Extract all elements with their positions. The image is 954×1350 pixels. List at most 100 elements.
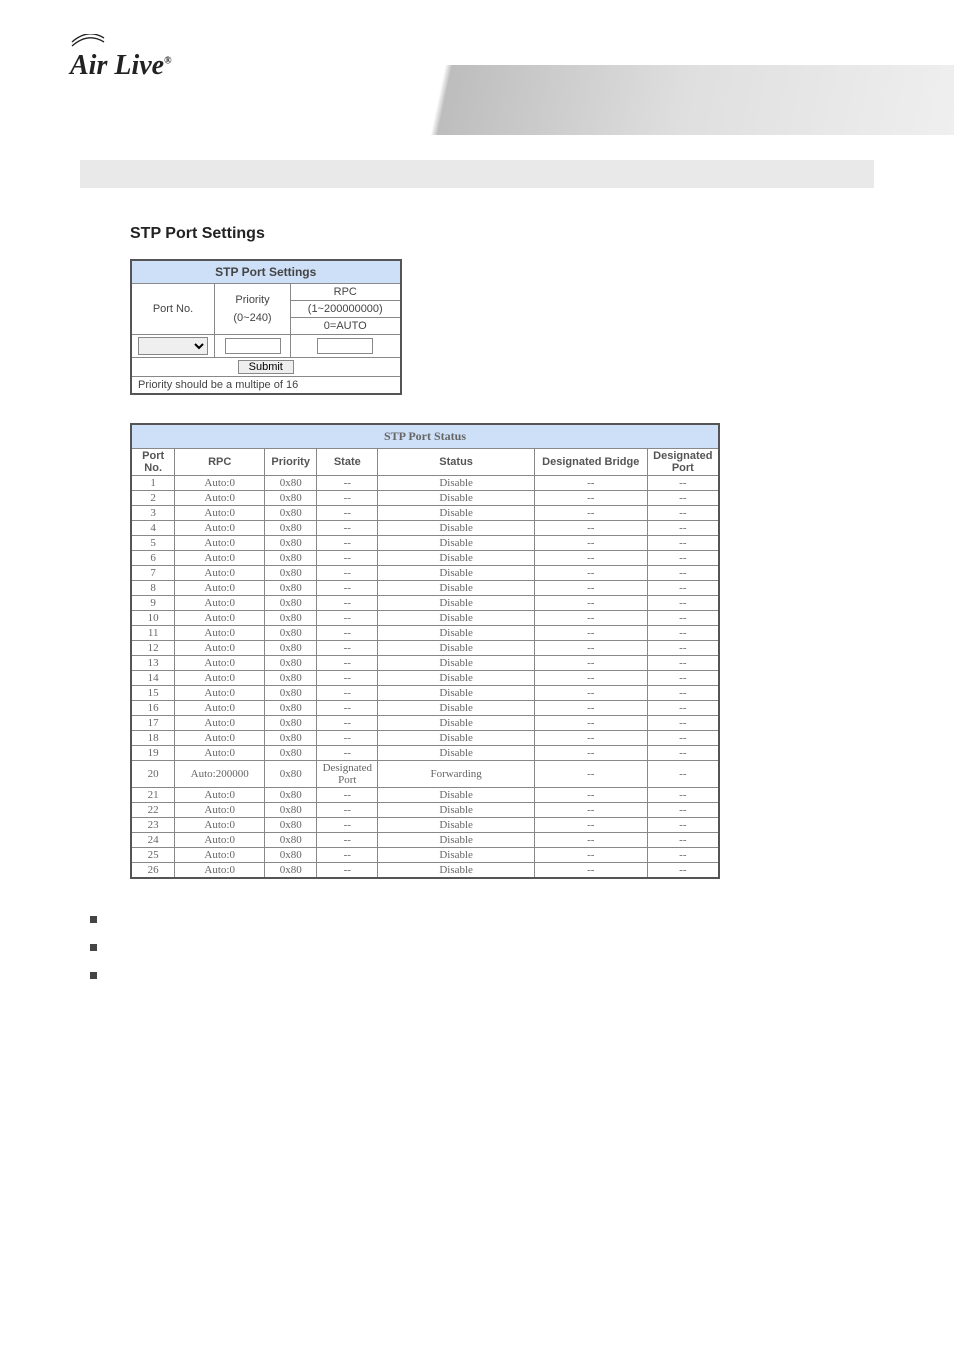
cell-state: -- <box>317 701 378 716</box>
cell-port: 2 <box>131 491 175 506</box>
cell-state: -- <box>317 521 378 536</box>
section-title: STP Port Settings <box>130 225 824 243</box>
cell-port: 5 <box>131 536 175 551</box>
cell-rpc: Auto:0 <box>175 506 265 521</box>
cell-dbridge: -- <box>534 788 647 803</box>
cell-dport: -- <box>647 596 719 611</box>
cell-dport: -- <box>647 566 719 581</box>
cell-state: -- <box>317 671 378 686</box>
cell-dbridge: -- <box>534 611 647 626</box>
cell-state: -- <box>317 746 378 761</box>
th-state: State <box>317 449 378 476</box>
cell-priority: 0x80 <box>265 686 317 701</box>
cell-port: 10 <box>131 611 175 626</box>
col-rpc-l3: 0=AUTO <box>291 318 401 335</box>
cell-port: 17 <box>131 716 175 731</box>
cell-priority: 0x80 <box>265 863 317 879</box>
cell-priority: 0x80 <box>265 746 317 761</box>
cell-status: Disable <box>378 686 535 701</box>
cell-dbridge: -- <box>534 746 647 761</box>
th-status: Status <box>378 449 535 476</box>
cell-priority: 0x80 <box>265 476 317 491</box>
table-row: 9Auto:00x80--Disable---- <box>131 596 719 611</box>
cell-dport: -- <box>647 476 719 491</box>
cell-state: -- <box>317 581 378 596</box>
bullet-item <box>90 969 824 983</box>
cell-dbridge: -- <box>534 731 647 746</box>
cell-rpc: Auto:0 <box>175 848 265 863</box>
cell-dbridge: -- <box>534 626 647 641</box>
cell-status: Disable <box>378 641 535 656</box>
cell-status: Disable <box>378 626 535 641</box>
logo-wave-icon <box>70 34 140 48</box>
cell-status: Disable <box>378 701 535 716</box>
cell-rpc: Auto:0 <box>175 686 265 701</box>
cell-dbridge: -- <box>534 581 647 596</box>
table-row: 17Auto:00x80--Disable---- <box>131 716 719 731</box>
cell-status: Disable <box>378 521 535 536</box>
cell-state: -- <box>317 803 378 818</box>
cell-rpc: Auto:0 <box>175 746 265 761</box>
table-row: 16Auto:00x80--Disable---- <box>131 701 719 716</box>
cell-rpc: Auto:0 <box>175 581 265 596</box>
cell-state: -- <box>317 476 378 491</box>
table-row: 3Auto:00x80--Disable---- <box>131 506 719 521</box>
cell-status: Disable <box>378 716 535 731</box>
col-rpc-l2: (1~200000000) <box>291 301 401 318</box>
table-row: 14Auto:00x80--Disable---- <box>131 671 719 686</box>
cell-port: 23 <box>131 818 175 833</box>
cell-port: 21 <box>131 788 175 803</box>
square-bullet-icon <box>90 944 97 951</box>
cell-port: 26 <box>131 863 175 879</box>
cell-status: Disable <box>378 506 535 521</box>
cell-state: -- <box>317 611 378 626</box>
cell-dbridge: -- <box>534 671 647 686</box>
cell-port: 4 <box>131 521 175 536</box>
cell-dport: -- <box>647 686 719 701</box>
logo: Air Live® <box>70 50 172 82</box>
cell-dport: -- <box>647 506 719 521</box>
cell-port: 12 <box>131 641 175 656</box>
cell-priority: 0x80 <box>265 731 317 746</box>
cell-priority: 0x80 <box>265 596 317 611</box>
cell-port: 24 <box>131 833 175 848</box>
port-no-select[interactable] <box>138 337 208 355</box>
cell-dport: -- <box>647 656 719 671</box>
cell-priority: 0x80 <box>265 491 317 506</box>
th-priority: Priority <box>265 449 317 476</box>
cell-state: -- <box>317 686 378 701</box>
cell-port: 20 <box>131 761 175 788</box>
cell-dport: -- <box>647 626 719 641</box>
cell-port: 19 <box>131 746 175 761</box>
cell-dport: -- <box>647 818 719 833</box>
cell-state: -- <box>317 818 378 833</box>
cell-dport: -- <box>647 716 719 731</box>
cell-dbridge: -- <box>534 833 647 848</box>
cell-state: -- <box>317 641 378 656</box>
rpc-input[interactable] <box>317 338 373 354</box>
bullet-item <box>90 913 824 927</box>
cell-priority: 0x80 <box>265 656 317 671</box>
table-row: 23Auto:00x80--Disable---- <box>131 818 719 833</box>
cell-dport: -- <box>647 701 719 716</box>
cell-dport: -- <box>647 641 719 656</box>
cell-rpc: Auto:0 <box>175 671 265 686</box>
cell-priority: 0x80 <box>265 701 317 716</box>
table-row: 6Auto:00x80--Disable---- <box>131 551 719 566</box>
cell-status: Disable <box>378 731 535 746</box>
priority-input[interactable] <box>225 338 281 354</box>
cell-priority: 0x80 <box>265 506 317 521</box>
cell-dbridge: -- <box>534 641 647 656</box>
cell-dport: -- <box>647 803 719 818</box>
table-row: 20Auto:2000000x80Designated PortForwardi… <box>131 761 719 788</box>
cell-priority: 0x80 <box>265 581 317 596</box>
stp-port-settings-table: STP Port Settings Port No. Priority (0~2… <box>130 259 402 395</box>
logo-text: Air Live <box>70 50 164 81</box>
cell-dbridge: -- <box>534 863 647 879</box>
submit-button[interactable]: Submit <box>238 360 294 374</box>
square-bullet-icon <box>90 916 97 923</box>
cell-state: -- <box>317 788 378 803</box>
cell-state: -- <box>317 716 378 731</box>
col-rpc-l1: RPC <box>291 284 401 301</box>
cell-rpc: Auto:0 <box>175 521 265 536</box>
